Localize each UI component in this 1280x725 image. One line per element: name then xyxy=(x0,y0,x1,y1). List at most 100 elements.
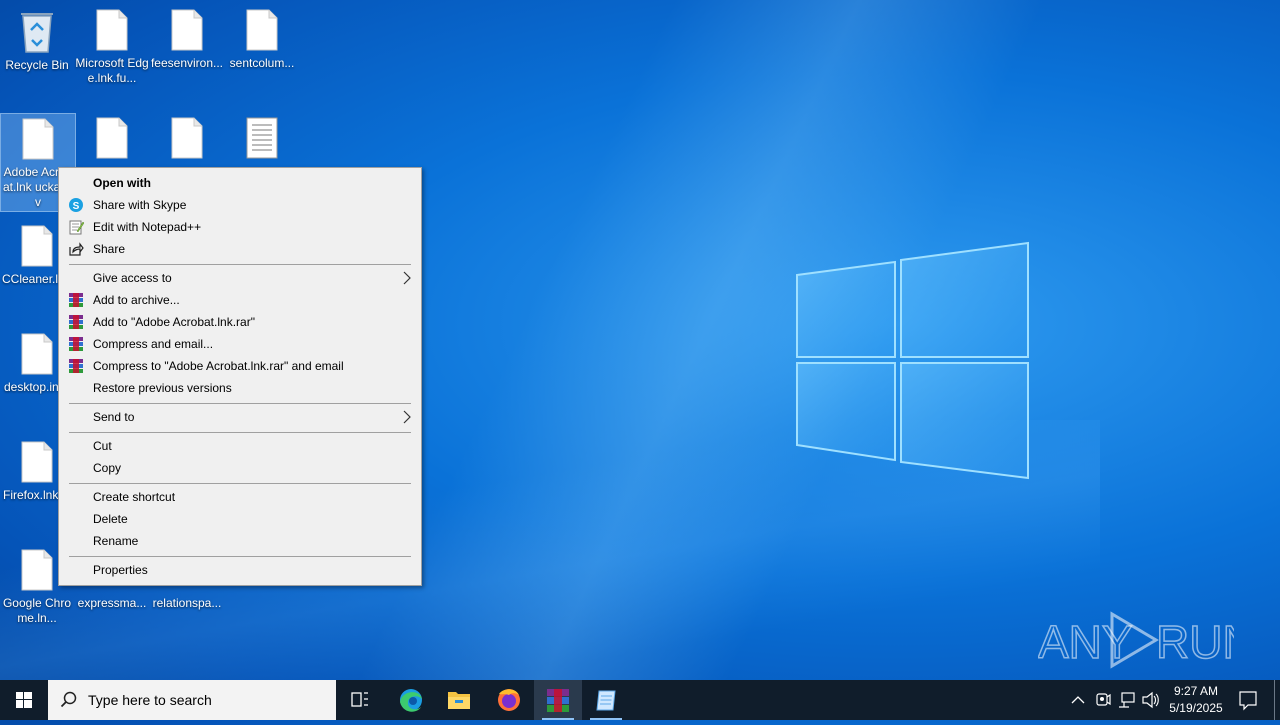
menu-item-open-with[interactable]: Open with xyxy=(59,172,421,194)
notepadpp-icon xyxy=(69,220,84,235)
menu-item-add-to-archive[interactable]: Add to archive... xyxy=(59,289,421,311)
notifications-icon[interactable] xyxy=(1236,680,1260,720)
file-explorer-icon xyxy=(448,692,470,709)
menu-item-share[interactable]: Share xyxy=(59,238,421,260)
menu-item-send-to[interactable]: Send to xyxy=(59,406,421,428)
desktop-icon-text-file[interactable] xyxy=(225,116,299,160)
anyrun-watermark-logo: ANY RUN xyxy=(1038,611,1234,669)
text-file-icon xyxy=(246,117,278,159)
task-view-icon xyxy=(351,692,368,707)
taskbar-app-firefox[interactable] xyxy=(485,680,533,720)
menu-item-restore-previous-versions[interactable]: Restore previous versions xyxy=(59,377,421,399)
desktop-icon-file[interactable] xyxy=(150,116,224,160)
menu-item-label: Add to archive... xyxy=(93,293,180,307)
clock-time: 9:27 AM xyxy=(1173,684,1219,698)
file-icon xyxy=(246,9,278,51)
menu-item-label: Add to "Adobe Acrobat.lnk.rar" xyxy=(93,315,255,329)
file-icon xyxy=(21,225,53,267)
desktop-icon-desktop-ini[interactable]: desktop.in xyxy=(0,332,60,395)
desktop-icon-label: sentcolum... xyxy=(229,56,295,70)
menu-item-edit-with-notepadpp[interactable]: Edit with Notepad++ xyxy=(59,216,421,238)
desktop-icon-file[interactable]: Microsoft Edge.lnk.fu... xyxy=(75,8,149,86)
network-icon[interactable] xyxy=(1117,680,1137,720)
menu-item-rename[interactable]: Rename xyxy=(59,530,421,552)
task-view-button[interactable] xyxy=(336,680,384,720)
taskbar-app-edge[interactable] xyxy=(387,680,435,720)
windows-start-icon xyxy=(16,692,32,708)
search-icon xyxy=(60,691,77,708)
taskbar-app-file-explorer[interactable] xyxy=(435,680,483,720)
desktop-icon-label: CCleaner.l xyxy=(2,272,59,286)
menu-item-label: Send to xyxy=(93,410,135,424)
search-placeholder: Type here to search xyxy=(88,692,212,708)
menu-item-label: Edit with Notepad++ xyxy=(93,220,202,234)
menu-item-share-with-skype[interactable]: S Share with Skype xyxy=(59,194,421,216)
file-icon xyxy=(21,549,53,591)
desktop-icon-ccleaner[interactable]: CCleaner.l xyxy=(0,224,60,287)
watermark-text-left: ANY xyxy=(1038,616,1133,668)
desktop-icon-label: expressma... xyxy=(77,596,147,610)
desktop-icon-firefox[interactable]: Firefox.lnk xyxy=(0,440,60,503)
menu-separator xyxy=(69,264,411,265)
menu-item-label: Properties xyxy=(93,563,148,577)
recycle-bin-icon xyxy=(21,13,53,53)
menu-item-give-access-to[interactable]: Give access to xyxy=(59,267,421,289)
volume-icon[interactable] xyxy=(1141,680,1161,720)
menu-item-label: Rename xyxy=(93,534,139,548)
skype-icon: S xyxy=(69,198,83,212)
firefox-icon xyxy=(498,689,520,711)
meet-now-icon[interactable] xyxy=(1094,680,1112,720)
file-icon xyxy=(21,333,53,375)
show-hidden-icons-chevron-up-icon[interactable] xyxy=(1068,680,1088,720)
share-icon xyxy=(69,242,84,256)
winrar-icon xyxy=(69,293,83,307)
taskbar-app-winrar[interactable] xyxy=(534,680,582,720)
taskbar-clock[interactable]: 9:27 AM 5/19/2025 xyxy=(1160,683,1232,717)
desktop-icon-label: desktop.in xyxy=(4,380,59,394)
chevron-right-icon xyxy=(403,410,411,424)
file-icon xyxy=(96,117,128,159)
taskbar-search-box[interactable]: Type here to search xyxy=(48,680,336,720)
file-icon xyxy=(22,118,54,160)
menu-item-add-to-rar[interactable]: Add to "Adobe Acrobat.lnk.rar" xyxy=(59,311,421,333)
svg-text:S: S xyxy=(73,201,80,212)
desktop-icon-file[interactable]: sentcolum... xyxy=(225,8,299,71)
watermark-text-right: RUN xyxy=(1156,616,1234,668)
menu-item-compress-to-rar-and-email[interactable]: Compress to "Adobe Acrobat.lnk.rar" and … xyxy=(59,355,421,377)
start-button[interactable] xyxy=(0,680,48,720)
notepad-icon xyxy=(596,690,616,711)
menu-item-properties[interactable]: Properties xyxy=(59,559,421,581)
menu-item-label: Give access to xyxy=(93,271,172,285)
menu-separator xyxy=(69,556,411,557)
menu-item-label: Cut xyxy=(93,439,112,453)
file-icon xyxy=(171,117,203,159)
menu-item-create-shortcut[interactable]: Create shortcut xyxy=(59,486,421,508)
menu-item-delete[interactable]: Delete xyxy=(59,508,421,530)
menu-separator xyxy=(69,432,411,433)
desktop-icon-label: Recycle Bin xyxy=(5,58,69,72)
desktop-icon-label: Google Chrome.ln... xyxy=(2,596,72,625)
menu-item-cut[interactable]: Cut xyxy=(59,435,421,457)
show-desktop-button[interactable] xyxy=(1274,680,1275,720)
menu-separator xyxy=(69,403,411,404)
menu-item-label: Copy xyxy=(93,461,122,475)
file-icon xyxy=(21,441,53,483)
desktop-icon-label: Firefox.lnk xyxy=(3,488,59,502)
desktop-icon-label: Microsoft Edge.lnk.fu... xyxy=(75,56,149,85)
edge-icon xyxy=(400,689,422,712)
desktop-icon-file[interactable] xyxy=(75,116,149,160)
context-menu: Open with S Share with Skype Edit with N… xyxy=(58,167,422,586)
menu-item-label: Create shortcut xyxy=(93,490,176,504)
menu-item-label: Share with Skype xyxy=(93,198,187,212)
taskbar-app-notepad[interactable] xyxy=(582,680,630,720)
taskbar: Type here to search 9:27 AM 5/19/2025 xyxy=(0,680,1280,720)
menu-item-label: Share xyxy=(93,242,126,256)
menu-item-compress-and-email[interactable]: Compress and email... xyxy=(59,333,421,355)
desktop-icon-recycle-bin[interactable]: Recycle Bin xyxy=(0,8,74,73)
menu-item-label: Compress and email... xyxy=(93,337,214,351)
desktop-icon-label: relationspa... xyxy=(152,596,222,610)
menu-item-copy[interactable]: Copy xyxy=(59,457,421,479)
winrar-icon xyxy=(69,337,83,351)
desktop-icon-label: feesenviron... xyxy=(150,56,224,70)
desktop-icon-file[interactable]: feesenviron... xyxy=(150,8,224,71)
